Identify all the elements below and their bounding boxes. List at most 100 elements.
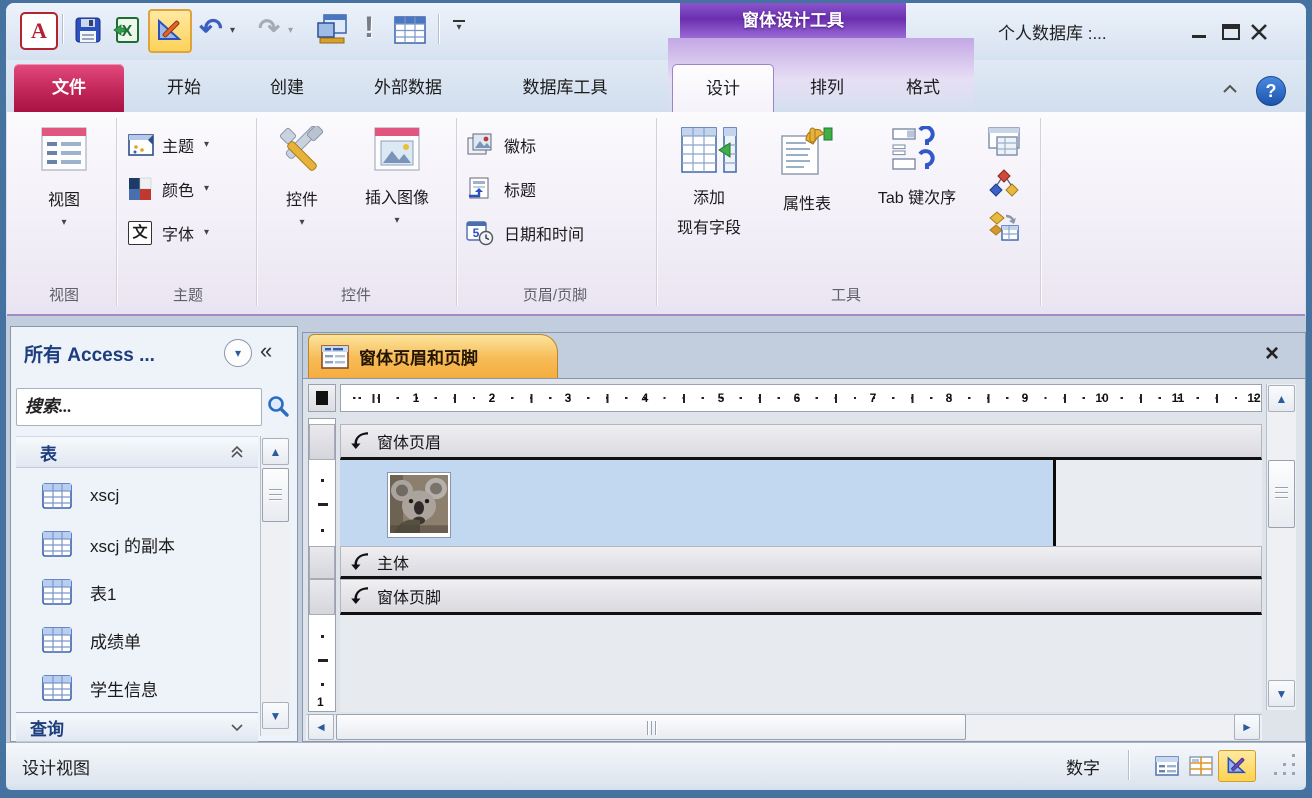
minimize-button[interactable]	[1192, 26, 1212, 40]
undo-button[interactable]: ↶	[196, 12, 226, 44]
table-item-xscj[interactable]: xscj	[16, 472, 258, 520]
form-header-section-bar[interactable]: 窗体页眉	[340, 424, 1262, 460]
table-item-scoresheet[interactable]: 成绩单	[16, 616, 258, 664]
vertical-ruler-section-block[interactable]	[309, 546, 335, 579]
restore-button[interactable]	[1222, 24, 1240, 40]
detail-section-label: 主体	[377, 550, 409, 574]
subform-new-window-button[interactable]	[986, 124, 1022, 160]
document-tab-active[interactable]: 窗体页眉和页脚	[308, 334, 558, 378]
arrow-up-icon: ▲	[270, 445, 282, 459]
image-control[interactable]	[387, 472, 451, 538]
tab-format[interactable]: 格式	[882, 64, 964, 112]
nav-scroll-down-button[interactable]: ▼	[262, 702, 289, 729]
shutter-bar-close-button[interactable]: «	[260, 338, 272, 364]
nav-menu-dropdown-button[interactable]: ▾	[224, 339, 252, 367]
add-existing-fields-button[interactable]: 添加 现有字段	[660, 120, 758, 282]
v-scroll-up-button[interactable]: ▲	[1268, 385, 1295, 412]
v-scrollbar-thumb[interactable]	[1268, 460, 1295, 528]
tab-arrange[interactable]: 排列	[786, 64, 868, 112]
save-button[interactable]	[72, 14, 104, 46]
nav-scrollbar-thumb[interactable]	[262, 468, 289, 522]
table-item-table1[interactable]: 表1	[16, 568, 258, 616]
help-button[interactable]: ?	[1256, 76, 1286, 106]
horizontal-ruler[interactable]: 1 2 3 4 5 6 7 8 9 10 11 12	[340, 384, 1262, 412]
redo-dropdown-caret[interactable]: ▾	[288, 26, 293, 36]
insert-image-button[interactable]: 插入图像 ▾	[344, 120, 450, 282]
vertical-ruler-section-block[interactable]	[309, 579, 335, 615]
nav-scroll-up-button[interactable]: ▲	[262, 438, 289, 465]
tab-external-data[interactable]: 外部数据	[352, 64, 464, 112]
view-button[interactable]: 视图 ▾	[24, 120, 104, 282]
group-label-tools: 工具	[660, 286, 1032, 306]
search-button[interactable]	[266, 394, 292, 420]
table-item-student-info[interactable]: 学生信息	[16, 664, 258, 712]
status-layout-view-button[interactable]	[1184, 750, 1218, 782]
h-scrollbar-thumb[interactable]	[336, 714, 966, 740]
v-scrollbar-track[interactable]	[1266, 384, 1296, 710]
logo-button[interactable]: 徽标	[466, 124, 646, 166]
tab-design-active[interactable]: 设计	[672, 64, 774, 112]
chevron-expand-icon	[230, 723, 244, 733]
collapse-ribbon-button[interactable]	[1218, 80, 1242, 98]
resize-grip[interactable]	[1268, 752, 1298, 778]
datetime-label: 日期和时间	[504, 221, 584, 245]
arrow-left-icon: ◄	[315, 720, 327, 734]
ruler-number: 1	[413, 391, 420, 405]
status-form-view-button[interactable]	[1150, 750, 1184, 782]
view-code-button[interactable]	[986, 166, 1022, 202]
switch-windows-icon	[316, 14, 348, 44]
ruler-origin-button[interactable]	[308, 384, 336, 412]
access-window: A X ↶ ▾ ↷ ▾ ! ▾ 窗体设计工具 个人数据库 :... 文件 开始 …	[0, 0, 1312, 798]
nav-section-queries[interactable]: 查询	[16, 714, 258, 742]
undo-icon: ↶	[199, 12, 222, 45]
table-item-xscj-copy[interactable]: xscj 的副本	[16, 520, 258, 568]
num-lock-indicator: 数字	[1066, 754, 1100, 779]
tab-home[interactable]: 开始	[146, 64, 222, 112]
themes-button[interactable]: 主题 ▾	[128, 124, 244, 166]
controls-label: 控件	[262, 186, 342, 210]
title-button[interactable]: 标题	[466, 168, 646, 210]
table-button[interactable]	[392, 14, 428, 46]
colors-button[interactable]: 颜色 ▾	[128, 168, 244, 210]
title-icon	[466, 176, 492, 202]
ruler-tick	[321, 529, 324, 532]
qat-customize-button[interactable]: ▾	[450, 20, 468, 33]
convert-macros-button[interactable]	[986, 208, 1022, 244]
switch-windows-button[interactable]	[314, 12, 350, 46]
controls-button[interactable]: 控件 ▾	[262, 120, 342, 282]
v-scroll-down-button[interactable]: ▼	[1268, 680, 1295, 707]
add-fields-label-line2: 现有字段	[660, 214, 758, 238]
form-footer-area[interactable]	[340, 615, 1262, 712]
group-label-views: 视图	[24, 286, 104, 306]
vertical-ruler-section-block[interactable]	[309, 424, 335, 460]
close-button[interactable]	[1250, 24, 1268, 40]
qat-design-view-button[interactable]	[148, 9, 192, 53]
undo-dropdown-caret[interactable]: ▾	[230, 26, 235, 36]
table-item-icon	[42, 531, 72, 557]
form-view-icon	[40, 126, 88, 172]
h-scroll-left-button[interactable]: ◄	[308, 714, 334, 740]
tab-file[interactable]: 文件	[14, 64, 124, 112]
form-footer-section-bar[interactable]: 窗体页脚	[340, 579, 1262, 615]
tab-database-tools[interactable]: 数据库工具	[492, 64, 638, 112]
property-sheet-button[interactable]: 属性表	[760, 120, 854, 282]
table-item-label: 表1	[90, 580, 116, 605]
access-logo-icon[interactable]: A	[20, 12, 58, 50]
close-document-button[interactable]: ×	[1258, 340, 1286, 368]
redo-button[interactable]: ↷	[254, 12, 284, 44]
datetime-button[interactable]: 5 日期和时间	[466, 212, 646, 254]
search-input[interactable]	[16, 388, 262, 426]
tab-create[interactable]: 创建	[248, 64, 326, 112]
ruler-number: 6	[794, 391, 801, 405]
run-button[interactable]: !	[360, 10, 378, 46]
excel-export-button[interactable]: X	[110, 14, 142, 46]
property-sheet-label: 属性表	[760, 190, 854, 214]
status-design-view-button[interactable]	[1218, 750, 1256, 782]
nav-section-tables[interactable]: 表	[16, 436, 258, 468]
arrow-right-icon: ►	[1241, 720, 1253, 734]
fonts-button[interactable]: 文 字体 ▾	[128, 212, 244, 254]
tab-order-button[interactable]: Tab 键次序	[854, 120, 980, 282]
detail-section-bar[interactable]: 主体	[340, 546, 1262, 579]
h-scroll-right-button[interactable]: ►	[1234, 714, 1260, 740]
ruler-number: 11	[1172, 391, 1185, 405]
